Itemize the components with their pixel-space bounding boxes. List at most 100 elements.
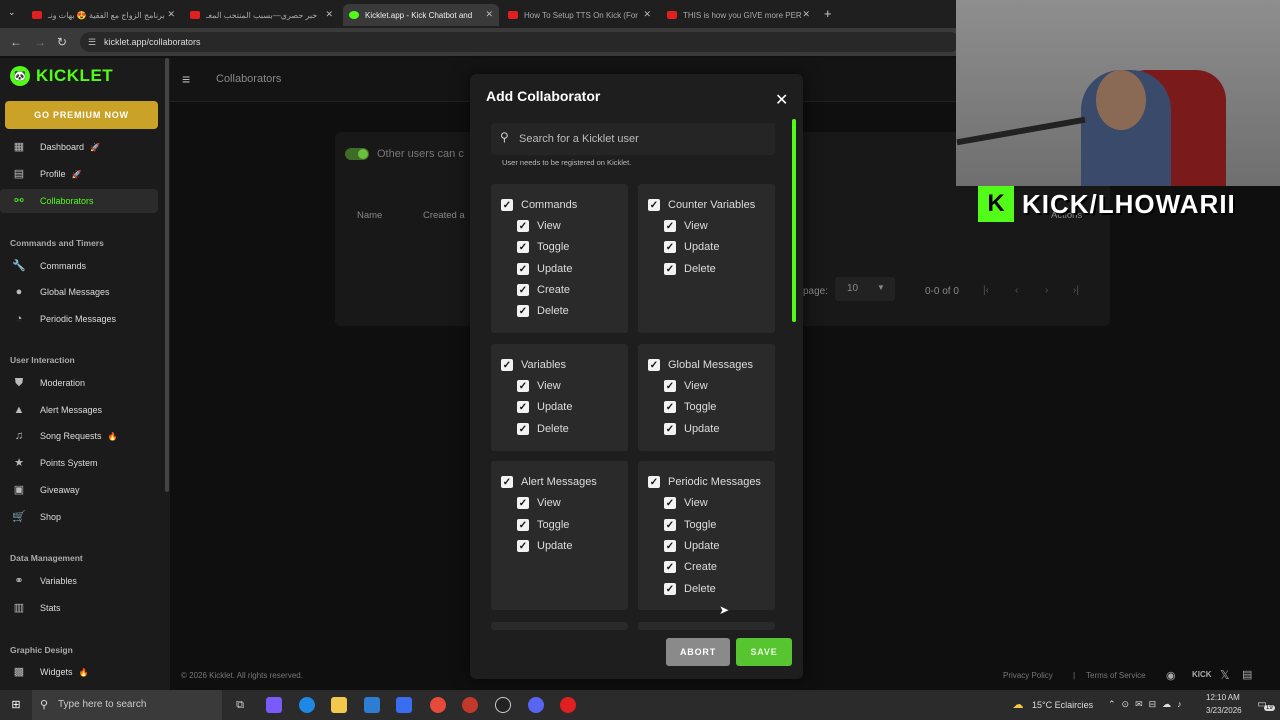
weather-text[interactable]: 15°C Eclaircies <box>1032 700 1093 710</box>
checkbox[interactable]: ✓ <box>517 423 529 435</box>
checkbox[interactable]: ✓ <box>501 476 513 488</box>
browser-tab[interactable]: THIS is how you GIVE more PER ✕ <box>661 4 816 26</box>
checkbox[interactable]: ✓ <box>517 497 529 509</box>
permission-checkbox[interactable]: ✓ Delete <box>664 263 716 275</box>
abort-button[interactable]: ABORT <box>666 638 730 666</box>
browser-tab[interactable]: برنامج الزواج مع الفقية 😍 بهات ونـ ✕ <box>26 4 181 26</box>
save-button[interactable]: SAVE <box>736 638 792 666</box>
close-tab-icon[interactable]: ✕ <box>167 9 175 20</box>
sidebar-item-global-messages[interactable]: ● Global Messages <box>0 280 158 304</box>
permission-checkbox[interactable]: ✓ View <box>517 380 561 392</box>
store-icon[interactable] <box>364 697 380 713</box>
browser-tab[interactable]: How To Setup TTS On Kick (For ✕ <box>502 4 657 26</box>
sidebar-scrollbar[interactable] <box>165 58 169 492</box>
close-icon[interactable]: ✕ <box>775 90 788 110</box>
checkbox[interactable]: ✓ <box>664 519 676 531</box>
sidebar-item-variables[interactable]: ⚭ Variables <box>0 569 158 593</box>
docs-icon[interactable]: ▤ <box>1242 668 1252 681</box>
permission-checkbox[interactable]: ✓ Delete <box>664 583 716 595</box>
checkbox[interactable]: ✓ <box>517 380 529 392</box>
reload-icon[interactable]: ↻ <box>57 35 67 49</box>
terms-of-service-link[interactable]: Terms of Service <box>1086 671 1146 680</box>
checkbox[interactable]: ✓ <box>517 305 529 317</box>
recorder-icon[interactable] <box>560 697 576 713</box>
clock-date[interactable]: 3/23/2026 <box>1206 706 1242 715</box>
sidebar-item-periodic-messages[interactable]: ◔ Periodic Messages <box>0 307 158 331</box>
close-tab-icon[interactable]: ✕ <box>643 9 651 20</box>
checkbox[interactable]: ✓ <box>664 497 676 509</box>
menu-toggle-icon[interactable]: ≡ <box>182 71 190 87</box>
clock-time[interactable]: 12:10 AM <box>1206 693 1240 702</box>
x-icon[interactable]: 𝕏 <box>1220 668 1230 682</box>
checkbox[interactable]: ✓ <box>648 199 660 211</box>
checkbox[interactable]: ✓ <box>517 263 529 275</box>
checkbox[interactable]: ✓ <box>664 401 676 413</box>
checkbox[interactable]: ✓ <box>517 241 529 253</box>
permission-checkbox[interactable]: ✓ Delete <box>517 423 569 435</box>
prev-page-icon[interactable]: ‹ <box>1015 285 1018 296</box>
permission-toggle[interactable] <box>345 148 369 160</box>
permission-checkbox[interactable]: ✓ Toggle <box>517 241 569 253</box>
dialog-scrollbar[interactable] <box>792 119 796 322</box>
checkbox[interactable]: ✓ <box>664 241 676 253</box>
first-page-icon[interactable]: |‹ <box>983 285 989 296</box>
close-tab-icon[interactable]: ✕ <box>485 9 493 20</box>
sidebar-item-widgets[interactable]: ▩ Widgets 🔥 <box>0 660 158 684</box>
browser-tab-active[interactable]: Kicklet.app - Kick Chatbot and ✕ <box>343 4 499 26</box>
group-checkbox[interactable]: ✓ Commands <box>501 199 577 211</box>
sidebar-item-giveaway[interactable]: ▣ Giveaway <box>0 478 158 502</box>
discord-app-icon[interactable] <box>528 697 544 713</box>
sidebar-item-moderation[interactable]: ⛊ Moderation <box>0 371 158 395</box>
sidebar-item-stats[interactable]: ▥ Stats <box>0 596 158 620</box>
checkbox[interactable]: ✓ <box>664 220 676 232</box>
new-tab-button[interactable]: + <box>824 6 832 21</box>
permission-checkbox[interactable]: ✓ Update <box>664 540 719 552</box>
permission-checkbox[interactable]: ✓ Create <box>664 561 717 573</box>
checkbox[interactable]: ✓ <box>664 423 676 435</box>
permission-checkbox[interactable]: ✓ Update <box>517 401 572 413</box>
go-premium-button[interactable]: GO PREMIUM NOW <box>5 101 158 129</box>
permission-checkbox[interactable]: ✓ View <box>664 380 708 392</box>
permission-checkbox[interactable]: ✓ Update <box>517 540 572 552</box>
checkbox[interactable]: ✓ <box>664 583 676 595</box>
group-checkbox[interactable]: ✓ Alert Messages <box>501 476 597 488</box>
browser-tab[interactable]: خبر حصري—بسبب المنتخب المغـ ✕ <box>184 4 339 26</box>
group-checkbox[interactable]: ✓ Variables <box>501 359 566 371</box>
permission-checkbox[interactable]: ✓ Toggle <box>664 519 716 531</box>
back-icon[interactable]: ← <box>10 35 22 49</box>
checkbox[interactable]: ✓ <box>648 359 660 371</box>
forward-icon[interactable]: → <box>34 35 46 49</box>
checkbox[interactable]: ✓ <box>517 401 529 413</box>
copilot-icon[interactable] <box>266 697 282 713</box>
sidebar-item-song-requests[interactable]: ♫ Song Requests 🔥 <box>0 424 158 448</box>
permission-checkbox[interactable]: ✓ View <box>517 220 561 232</box>
windows-start-icon[interactable]: ⊞ <box>8 697 24 713</box>
kick-icon[interactable]: KICK <box>1192 670 1212 679</box>
sidebar-item-alert-messages[interactable]: ▲ Alert Messages <box>0 398 158 422</box>
app-icon[interactable] <box>462 697 478 713</box>
next-page-icon[interactable]: › <box>1045 285 1048 296</box>
edge-icon[interactable] <box>299 697 315 713</box>
permission-checkbox[interactable]: ✓ Delete <box>517 305 569 317</box>
chrome-icon[interactable] <box>430 697 446 713</box>
group-checkbox[interactable]: ✓ Periodic Messages <box>648 476 761 488</box>
checkbox[interactable]: ✓ <box>517 220 529 232</box>
permission-checkbox[interactable]: ✓ Update <box>517 263 572 275</box>
task-view-icon[interactable]: ⧉ <box>232 697 248 713</box>
sidebar-item-shop[interactable]: 🛒 Shop <box>0 505 158 529</box>
permission-checkbox[interactable]: ✓ Update <box>664 241 719 253</box>
group-checkbox[interactable]: ✓ Counter Variables <box>648 199 755 211</box>
checkbox[interactable]: ✓ <box>501 359 513 371</box>
checkbox[interactable]: ✓ <box>664 263 676 275</box>
checkbox[interactable]: ✓ <box>664 380 676 392</box>
obs-icon[interactable] <box>495 697 511 713</box>
system-tray-icons[interactable]: ⌃⊙✉⊟☁♪ <box>1108 699 1188 710</box>
last-page-icon[interactable]: ›| <box>1073 285 1079 296</box>
close-tab-icon[interactable]: ✕ <box>325 9 333 20</box>
permission-checkbox[interactable]: ✓ View <box>664 497 708 509</box>
sidebar-item-collaborators[interactable]: ⚯ Collaborators <box>0 189 158 213</box>
privacy-policy-link[interactable]: Privacy Policy <box>1003 671 1053 680</box>
permission-checkbox[interactable]: ✓ View <box>517 497 561 509</box>
sidebar-item-commands[interactable]: 🔧 Commands <box>0 254 158 278</box>
rows-per-page-select[interactable]: 10 ▼ <box>835 277 895 301</box>
